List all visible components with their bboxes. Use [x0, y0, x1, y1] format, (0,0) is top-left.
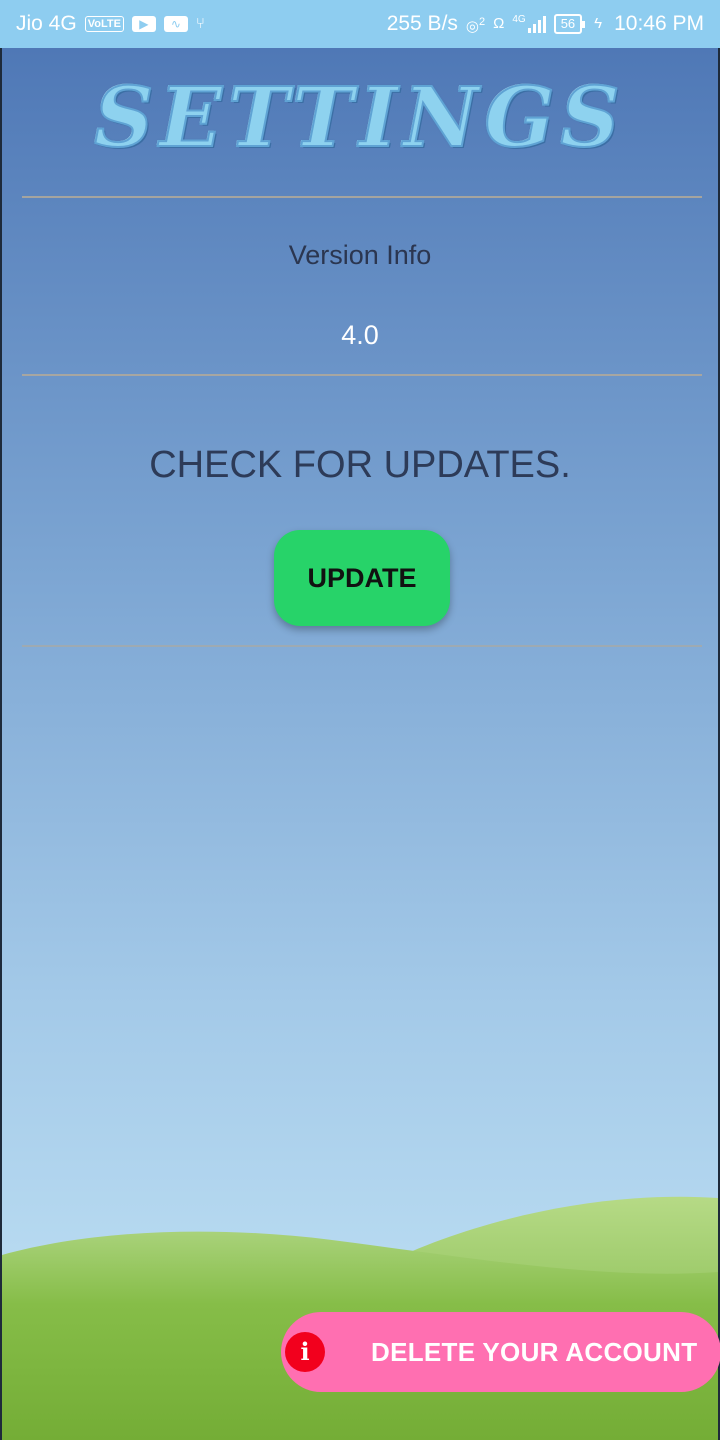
status-bar: Jio 4G VoLTE ▶ ∿ ⑂ 255 B/s ◎2 Ω 4G 56 ϟ …: [0, 0, 720, 48]
version-number: 4.0: [341, 320, 379, 350]
signal-icon: 4G: [512, 14, 546, 33]
divider-top: [22, 196, 702, 198]
page-title: SETTINGS: [93, 69, 626, 167]
activity-icon: ∿: [163, 16, 188, 32]
charging-icon: ϟ: [594, 15, 603, 32]
version-info-label: Version Info: [288, 240, 432, 270]
battery-level: 56: [560, 16, 576, 31]
network-type: 4G: [512, 14, 526, 25]
divider-middle: [22, 374, 702, 376]
delete-account-button[interactable]: i DELETE YOUR ACCOUNT: [281, 1312, 720, 1392]
hotspot-count: 2: [479, 15, 486, 28]
status-bar-right: 255 B/s ◎2 Ω 4G 56 ϟ 10:46 PM: [387, 12, 704, 36]
carrier-label: Jio 4G: [16, 12, 77, 35]
update-button[interactable]: UPDATE: [274, 530, 450, 626]
hotspot-icon: ◎2: [465, 15, 486, 35]
headset-icon: Ω: [493, 15, 505, 32]
settings-screen: SETTINGS Version Info 4.0 CHECK FOR UPDA…: [0, 48, 720, 1440]
usb-icon: ⑂: [195, 15, 205, 32]
volte-icon: VoLTE: [84, 16, 124, 32]
hills-background: [2, 1196, 718, 1440]
check-updates-heading: CHECK FOR UPDATES.: [149, 444, 571, 486]
status-bar-left: Jio 4G VoLTE ▶ ∿ ⑂: [16, 12, 205, 36]
youtube-icon: ▶: [131, 16, 156, 32]
data-speed: 255 B/s: [386, 12, 458, 35]
info-icon: i: [285, 1332, 325, 1372]
status-time: 10:46 PM: [614, 12, 704, 35]
battery-icon: 56: [553, 14, 586, 34]
signal-bars: [527, 15, 546, 33]
divider-bottom: [22, 645, 702, 647]
delete-account-label: DELETE YOUR ACCOUNT: [371, 1336, 698, 1367]
